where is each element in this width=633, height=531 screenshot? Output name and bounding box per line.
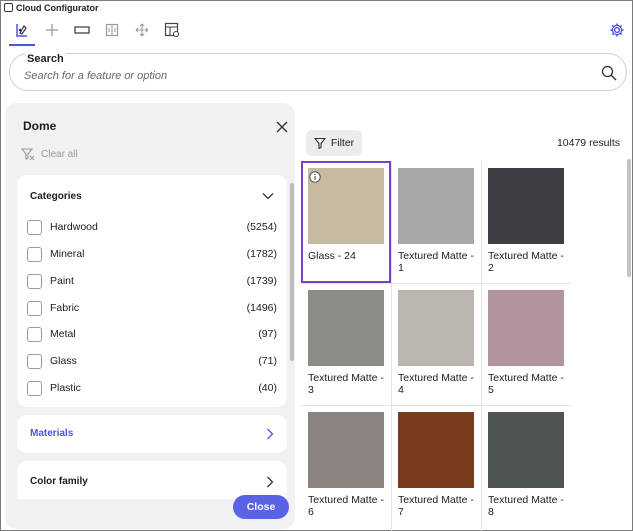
material-swatch[interactable] <box>488 290 564 366</box>
app-window: Cloud Configurator Search Dome <box>0 0 633 531</box>
move-icon[interactable] <box>131 19 153 41</box>
materials-section[interactable]: Materials <box>17 415 287 453</box>
close-button[interactable]: Close <box>233 495 289 519</box>
result-tile[interactable]: Textured Matte - 6 <box>301 405 391 527</box>
color-family-header: Color family <box>30 476 88 487</box>
material-swatch[interactable] <box>398 412 474 488</box>
result-tile[interactable]: Textured Matte - 2 <box>481 161 571 283</box>
title-bar: Cloud Configurator <box>1 1 632 14</box>
info-icon[interactable] <box>309 170 321 183</box>
filter-label: Filter <box>330 137 355 149</box>
category-row-metal[interactable]: Metal (97) <box>27 325 277 343</box>
category-label: Fabric <box>50 302 80 314</box>
app-icon <box>4 3 13 12</box>
clear-all-button[interactable]: Clear all <box>21 147 78 161</box>
categories-header: Categories <box>30 191 82 202</box>
tile-label: Textured Matte - 2 <box>488 250 564 274</box>
category-count: (40) <box>258 382 277 394</box>
add-icon[interactable] <box>41 19 63 41</box>
panel-scrollbar[interactable] <box>290 183 294 361</box>
checkbox[interactable] <box>27 246 42 262</box>
result-tile[interactable]: Textured Matte - 5 <box>481 283 571 405</box>
clear-all-label: Clear all <box>41 148 78 160</box>
chevron-right-icon[interactable] <box>263 475 277 489</box>
color-family-section[interactable]: Color family <box>17 461 287 499</box>
filter-icon <box>313 137 326 149</box>
material-swatch[interactable] <box>488 168 564 244</box>
panel-title: Dome <box>23 119 57 133</box>
search-icon[interactable] <box>601 65 617 81</box>
category-label: Mineral <box>50 248 85 260</box>
search-input[interactable] <box>24 68 584 84</box>
category-row-hardwood[interactable]: Hardwood (5254) <box>27 218 277 236</box>
material-swatch[interactable] <box>488 412 564 488</box>
tile-label: Textured Matte - 1 <box>398 250 474 274</box>
search-label: Search <box>25 53 66 65</box>
clear-filter-icon <box>21 148 35 161</box>
tile-label: Glass - 24 <box>308 250 356 262</box>
filter-button[interactable]: Filter <box>306 130 362 156</box>
search-box: Search <box>9 53 627 91</box>
results-grid: Glass - 24 Textured Matte - 1 Textured M… <box>301 161 573 531</box>
layout-settings-icon[interactable] <box>161 19 183 41</box>
category-count: (71) <box>258 355 277 367</box>
material-swatch[interactable] <box>398 168 474 244</box>
category-label: Hardwood <box>50 221 98 233</box>
chevron-down-icon[interactable] <box>261 189 275 203</box>
result-tile[interactable]: Textured Matte - 3 <box>301 283 391 405</box>
chevron-right-icon[interactable] <box>263 427 277 441</box>
results-count: 10479 results <box>556 137 620 149</box>
material-swatch[interactable] <box>398 290 474 366</box>
result-tile[interactable]: Textured Matte - 7 <box>391 405 481 527</box>
gear-icon[interactable] <box>606 19 628 41</box>
window-title: Cloud Configurator <box>16 2 99 13</box>
checkbox[interactable] <box>27 380 42 396</box>
results-scrollbar[interactable] <box>627 159 631 277</box>
split-icon[interactable] <box>101 19 123 41</box>
configure-icon[interactable] <box>9 19 35 46</box>
category-label: Plastic <box>50 382 81 394</box>
panel-icon[interactable] <box>71 19 93 41</box>
category-label: Glass <box>50 355 77 367</box>
result-tile[interactable]: Textured Matte - 4 <box>391 283 481 405</box>
tile-label: Textured Matte - 5 <box>488 372 564 396</box>
checkbox[interactable] <box>27 219 42 235</box>
category-count: (5254) <box>246 221 277 233</box>
categories-section: Categories Hardwood (5254) Mineral (1782… <box>17 175 287 407</box>
tile-label: Textured Matte - 4 <box>398 372 474 396</box>
material-swatch[interactable] <box>308 412 384 488</box>
result-tile[interactable]: Textured Matte - 1 <box>391 161 481 283</box>
checkbox[interactable] <box>27 326 42 342</box>
category-label: Paint <box>50 275 74 287</box>
category-count: (1739) <box>246 275 277 287</box>
category-count: (1782) <box>246 248 277 260</box>
category-label: Metal <box>50 328 76 340</box>
category-row-plastic[interactable]: Plastic (40) <box>27 379 277 397</box>
result-tile[interactable]: Glass - 24 <box>301 161 391 283</box>
category-count: (97) <box>258 328 277 340</box>
materials-header: Materials <box>30 428 74 439</box>
checkbox[interactable] <box>27 273 42 289</box>
tile-label: Textured Matte - 3 <box>308 372 384 396</box>
category-count: (1496) <box>246 302 277 314</box>
tile-label: Textured Matte - 6 <box>308 494 384 518</box>
material-swatch[interactable] <box>308 290 384 366</box>
filter-panel: Dome Clear all Categories Hardwood (5254… <box>5 103 295 529</box>
checkbox[interactable] <box>27 300 42 316</box>
close-icon[interactable] <box>275 120 289 134</box>
tile-label: Textured Matte - 7 <box>398 494 474 518</box>
toolbar <box>1 15 632 47</box>
checkbox[interactable] <box>27 353 42 369</box>
tile-label: Textured Matte - 8 <box>488 494 564 518</box>
category-row-fabric[interactable]: Fabric (1496) <box>27 299 277 317</box>
category-row-mineral[interactable]: Mineral (1782) <box>27 245 277 263</box>
category-row-glass[interactable]: Glass (71) <box>27 352 277 370</box>
category-row-paint[interactable]: Paint (1739) <box>27 272 277 290</box>
result-tile[interactable]: Textured Matte - 8 <box>481 405 571 527</box>
